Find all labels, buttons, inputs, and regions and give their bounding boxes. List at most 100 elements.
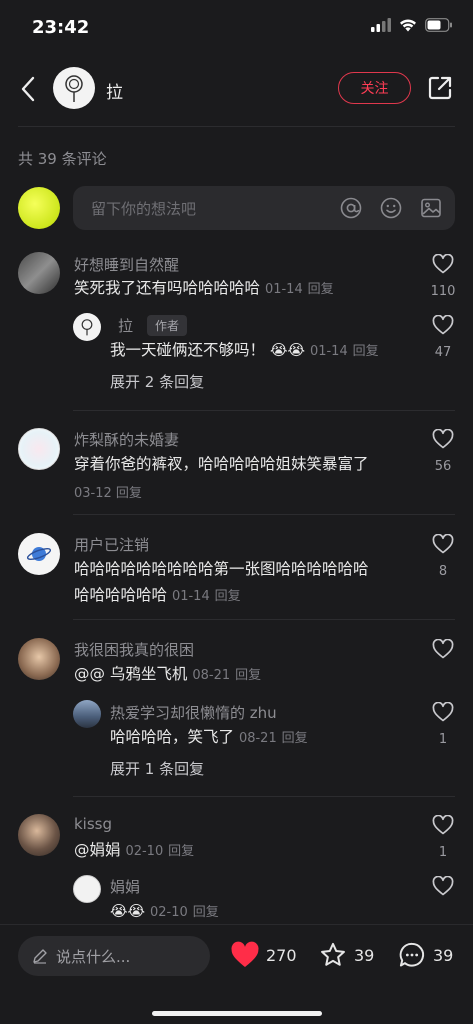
reply-body: 哈哈哈哈，笑飞了 (110, 728, 235, 746)
like-count: 1 (438, 732, 448, 747)
like-count: 8 (438, 564, 448, 579)
at-icon[interactable] (340, 197, 362, 219)
avatar[interactable] (18, 638, 60, 680)
status-icons (371, 18, 453, 32)
like-button[interactable]: 1 (423, 814, 463, 860)
like-button[interactable]: 56 (423, 428, 463, 474)
comment-date: 01-14 (171, 589, 210, 604)
reply-button[interactable]: 回复 (308, 282, 334, 297)
like-button[interactable]: 47 (423, 314, 463, 360)
comment-total: 39 (433, 945, 454, 965)
like-button[interactable]: 1 (423, 701, 463, 747)
comment-item: kissg @娟娟 02-10 回复 1 娟娟 😭😭 02-10 回复 (0, 812, 473, 924)
reply-button[interactable]: 回复 (193, 905, 219, 920)
like-button[interactable]: 8 (423, 533, 463, 579)
heart-outline-icon (432, 253, 454, 274)
reply-button[interactable]: 回复 (282, 731, 308, 746)
my-avatar[interactable] (18, 187, 60, 229)
avatar[interactable] (18, 428, 60, 470)
share-icon (428, 76, 452, 100)
home-indicator (152, 1011, 322, 1016)
comment-body-line-2: 哈哈哈哈哈哈 01-14 回复 (74, 582, 414, 610)
reply-button[interactable]: 回复 (116, 486, 142, 501)
expand-replies-button[interactable]: 展开 2 条回复 (110, 371, 204, 392)
reply-text[interactable]: 😭😭 02-10 回复 (110, 898, 219, 924)
comment-count: 共 39 条评论 (18, 150, 107, 168)
reply-button[interactable]: 回复 (168, 844, 194, 859)
comment-body-line: 哈哈哈哈哈哈哈哈哈第一张图哈哈哈哈哈哈 (74, 560, 369, 578)
heart-outline-icon (432, 314, 454, 335)
comment-author[interactable]: 用户已注销 (74, 534, 149, 555)
reply-author[interactable]: 热爱学习却很懒惰的 zhu (110, 702, 277, 723)
comment-divider (73, 796, 455, 797)
expand-replies-button[interactable]: 展开 1 条回复 (110, 758, 204, 779)
reply-date: 08-21 (238, 731, 277, 746)
comment-body: 哈哈哈哈哈哈 (74, 586, 168, 604)
comment-date: 03-12 (74, 486, 112, 501)
reply-author[interactable]: 拉作者 (118, 315, 188, 336)
like-button[interactable]: 110 (423, 253, 463, 299)
like-count: 56 (434, 459, 452, 474)
comment-stat-button[interactable]: 39 (397, 941, 453, 969)
comment-text[interactable]: @@ 乌鸦坐飞机 08-21 回复 (74, 661, 261, 689)
like-button[interactable] (423, 875, 463, 900)
image-icon[interactable] (420, 197, 442, 219)
status-bar: 23:42 (0, 0, 473, 56)
comment-text[interactable]: @娟娟 02-10 回复 (74, 837, 194, 865)
comment-text[interactable]: 哈哈哈哈哈哈哈哈哈第一张图哈哈哈哈哈哈 哈哈哈哈哈哈 01-14 回复 (74, 556, 414, 610)
pencil-icon (33, 949, 47, 964)
comment-date: 01-14 (264, 282, 303, 297)
star-total: 39 (354, 945, 375, 965)
avatar[interactable] (73, 700, 101, 728)
reply-date: 01-14 (309, 344, 348, 359)
like-count: 110 (430, 284, 456, 299)
follow-button[interactable]: 关注 (338, 72, 411, 104)
status-time: 23:42 (32, 17, 90, 38)
star-stat-button[interactable]: 39 (318, 941, 374, 969)
back-button[interactable] (16, 74, 42, 104)
comment-author[interactable]: 我很困我真的很困 (74, 639, 194, 660)
reply-author[interactable]: 娟娟 (110, 876, 140, 897)
avatar[interactable] (18, 252, 60, 294)
author-name[interactable]: 拉 (106, 78, 123, 103)
share-button[interactable] (426, 74, 454, 102)
reply-button[interactable]: 回复 (215, 589, 241, 604)
comment-date: 02-10 (125, 844, 164, 859)
reply-author-name: 拉 (118, 317, 134, 335)
comment-text[interactable]: 穿着你爸的裤衩，哈哈哈哈哈姐妹笑暴富了 (74, 451, 369, 477)
crying-emoji-icon: 😭😭 (269, 341, 306, 359)
heart-outline-icon (432, 875, 454, 896)
avatar[interactable] (73, 875, 101, 903)
comment-author[interactable]: 好想睡到自然醒 (74, 254, 179, 275)
comment-input[interactable]: 留下你的想法吧 (73, 186, 455, 230)
comment-bubble-icon (399, 942, 425, 967)
comment-item: 用户已注销 哈哈哈哈哈哈哈哈哈第一张图哈哈哈哈哈哈 哈哈哈哈哈哈 01-14 回… (0, 531, 473, 621)
heart-filled-icon (231, 941, 259, 967)
bottom-input-placeholder: 说点什么... (56, 948, 131, 966)
comment-author[interactable]: kissg (74, 815, 112, 833)
avatar[interactable] (18, 533, 60, 575)
comment-author[interactable]: 炸梨酥的未婚妻 (74, 429, 179, 450)
reply-button[interactable]: 回复 (353, 344, 379, 359)
planet-icon (26, 547, 52, 561)
reply-text[interactable]: 哈哈哈哈，笑飞了 08-21 回复 (110, 724, 308, 752)
author-avatar[interactable] (53, 67, 95, 109)
comment-input-row: 留下你的想法吧 (0, 186, 473, 230)
lollipop-icon (81, 319, 93, 336)
like-stat-button[interactable]: 270 (230, 941, 297, 969)
reply-text[interactable]: 我一天碰俩还不够吗！ 😭😭 01-14 回复 (110, 337, 379, 365)
comment-body: @娟娟 (74, 841, 121, 859)
like-count: 1 (438, 845, 448, 860)
heart-outline-icon (432, 814, 454, 835)
wifi-icon (400, 19, 416, 32)
comment-text[interactable]: 笑死我了还有吗哈哈哈哈哈 01-14 回复 (74, 275, 334, 303)
bottom-comment-input[interactable]: 说点什么... (18, 936, 210, 976)
reply-button[interactable]: 回复 (235, 668, 261, 683)
battery-icon (425, 18, 452, 32)
reply-date: 02-10 (150, 905, 188, 920)
like-button[interactable] (423, 638, 463, 663)
emoji-icon[interactable] (380, 197, 402, 219)
avatar[interactable] (73, 313, 101, 341)
comment-date: 08-21 (192, 668, 231, 683)
avatar[interactable] (18, 814, 60, 856)
